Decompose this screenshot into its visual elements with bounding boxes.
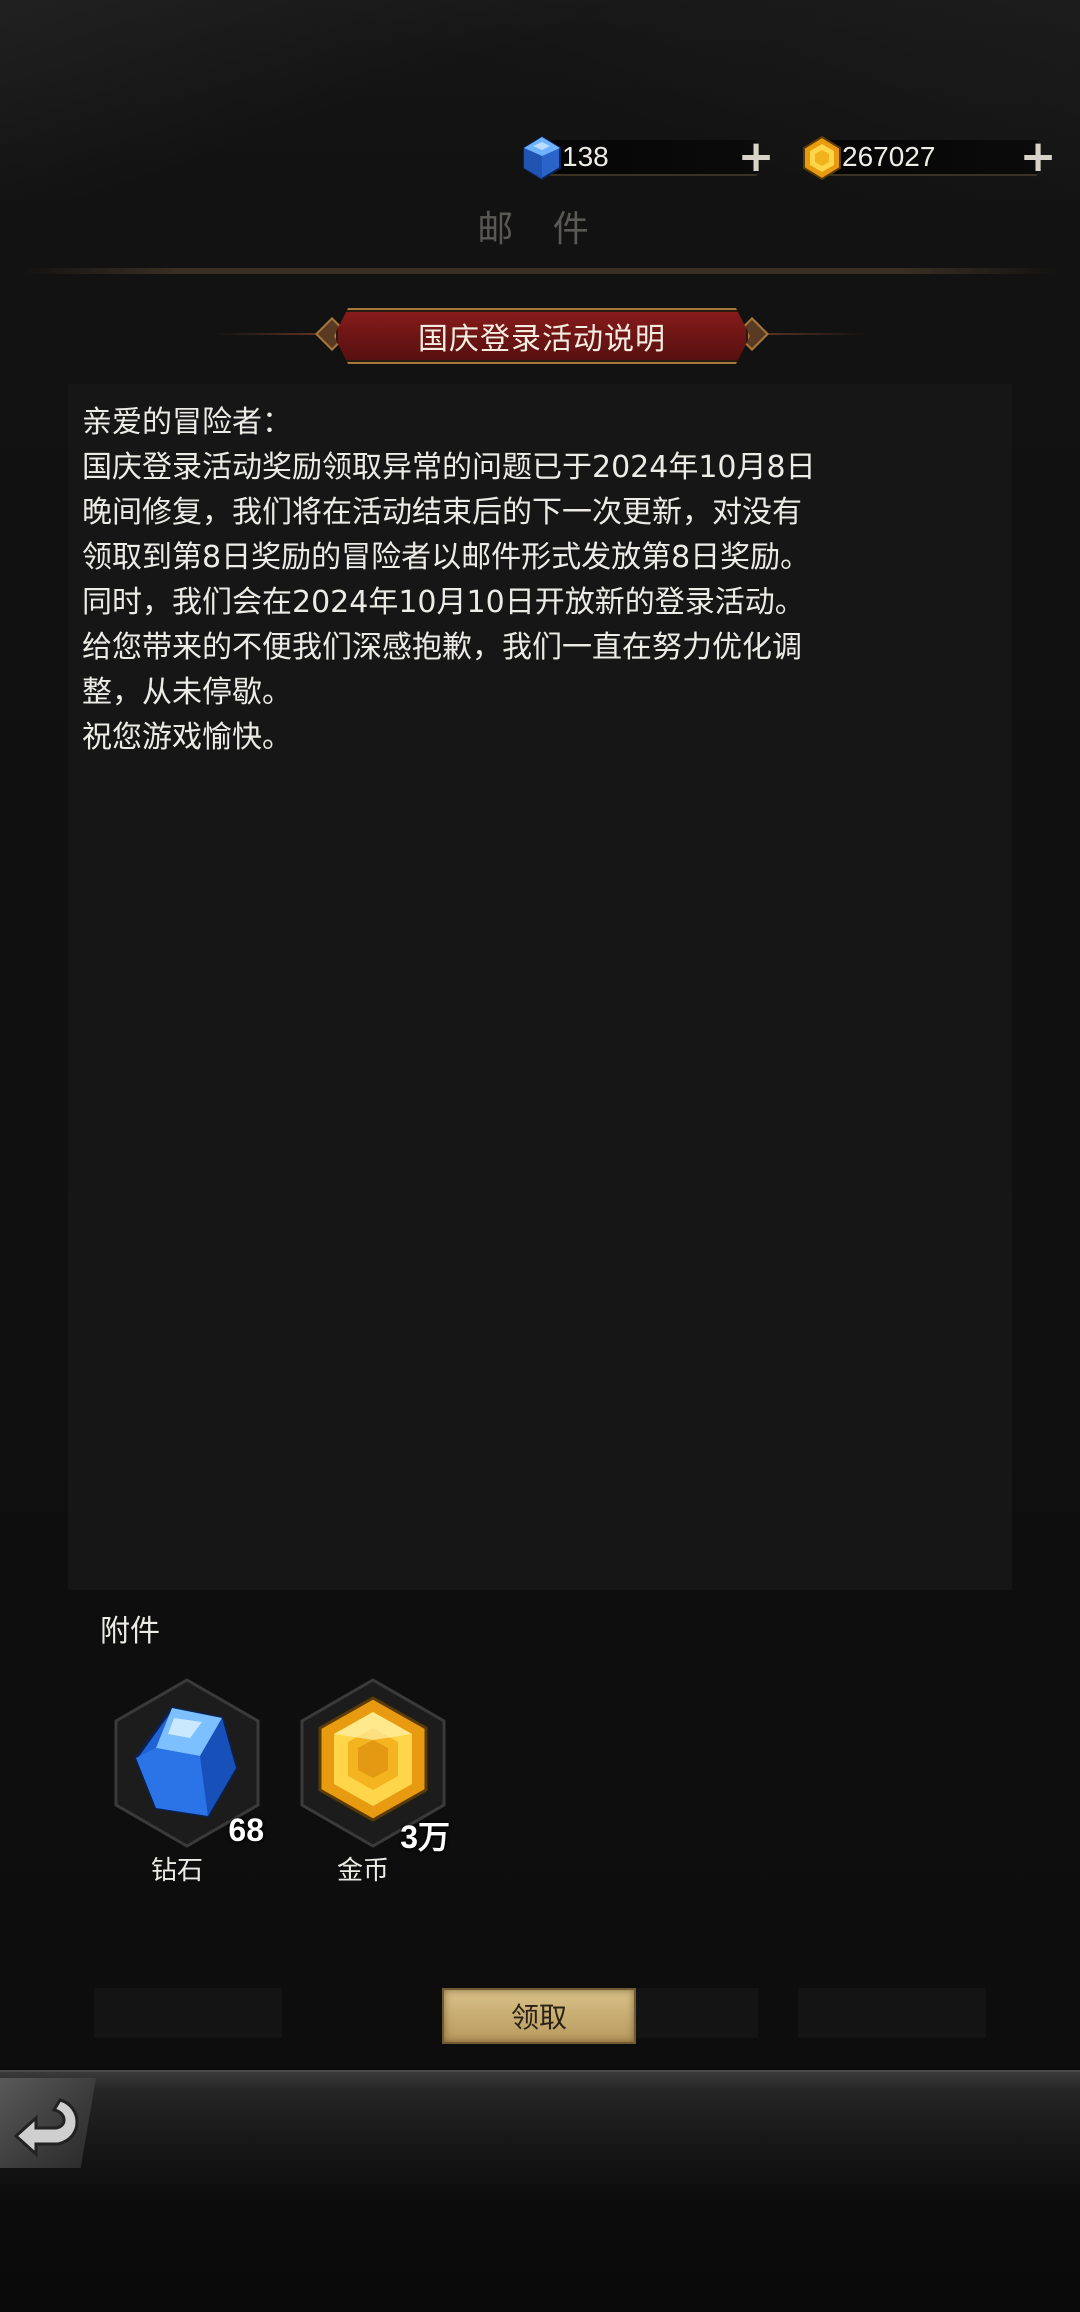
- add-diamond-button[interactable]: +: [736, 134, 776, 180]
- diamond-value: 138: [562, 141, 609, 172]
- bottom-frame: [0, 2070, 1080, 2132]
- attachment-item-diamond[interactable]: 68 钻石: [112, 1678, 264, 1888]
- item-count: 68: [228, 1812, 264, 1848]
- mail-title-banner: 国庆登录活动说明: [0, 304, 1080, 364]
- diamond-currency: 138 +: [518, 134, 778, 181]
- gold-value: 267027: [842, 141, 936, 172]
- blue-gem-icon: [523, 135, 561, 181]
- item-name: 金币: [336, 1856, 389, 1886]
- gold-gem-icon: [803, 135, 841, 181]
- background-button-middle: [628, 1988, 758, 2038]
- attachments-label: 附件: [100, 1614, 160, 1649]
- back-button[interactable]: [0, 2078, 96, 2168]
- background-button-right: [798, 1988, 986, 2038]
- item-name: 钻石: [150, 1856, 203, 1886]
- page-title: 邮 件: [477, 209, 603, 250]
- mail-body: 亲爱的冒险者： 国庆登录活动奖励领取异常的问题已于2024年10月8日 晚间修复…: [82, 405, 816, 755]
- background-button-left: [94, 1988, 282, 2038]
- mail-title: 国庆登录活动说明: [334, 308, 750, 364]
- attachment-item-gold[interactable]: 3万 金币: [298, 1678, 450, 1888]
- gold-currency: 267027 +: [798, 134, 1060, 181]
- header-divider: [20, 268, 1060, 274]
- add-gold-button[interactable]: +: [1018, 134, 1058, 180]
- claim-button[interactable]: 领取: [442, 1988, 636, 2044]
- mail-screen: 138 + 267027 + 邮 件 国庆登录活动说明 亲爱的冒险者： 国庆登录…: [0, 0, 1080, 2312]
- bottom-background: [0, 2130, 1080, 2312]
- back-arrow-icon: [13, 2098, 79, 2158]
